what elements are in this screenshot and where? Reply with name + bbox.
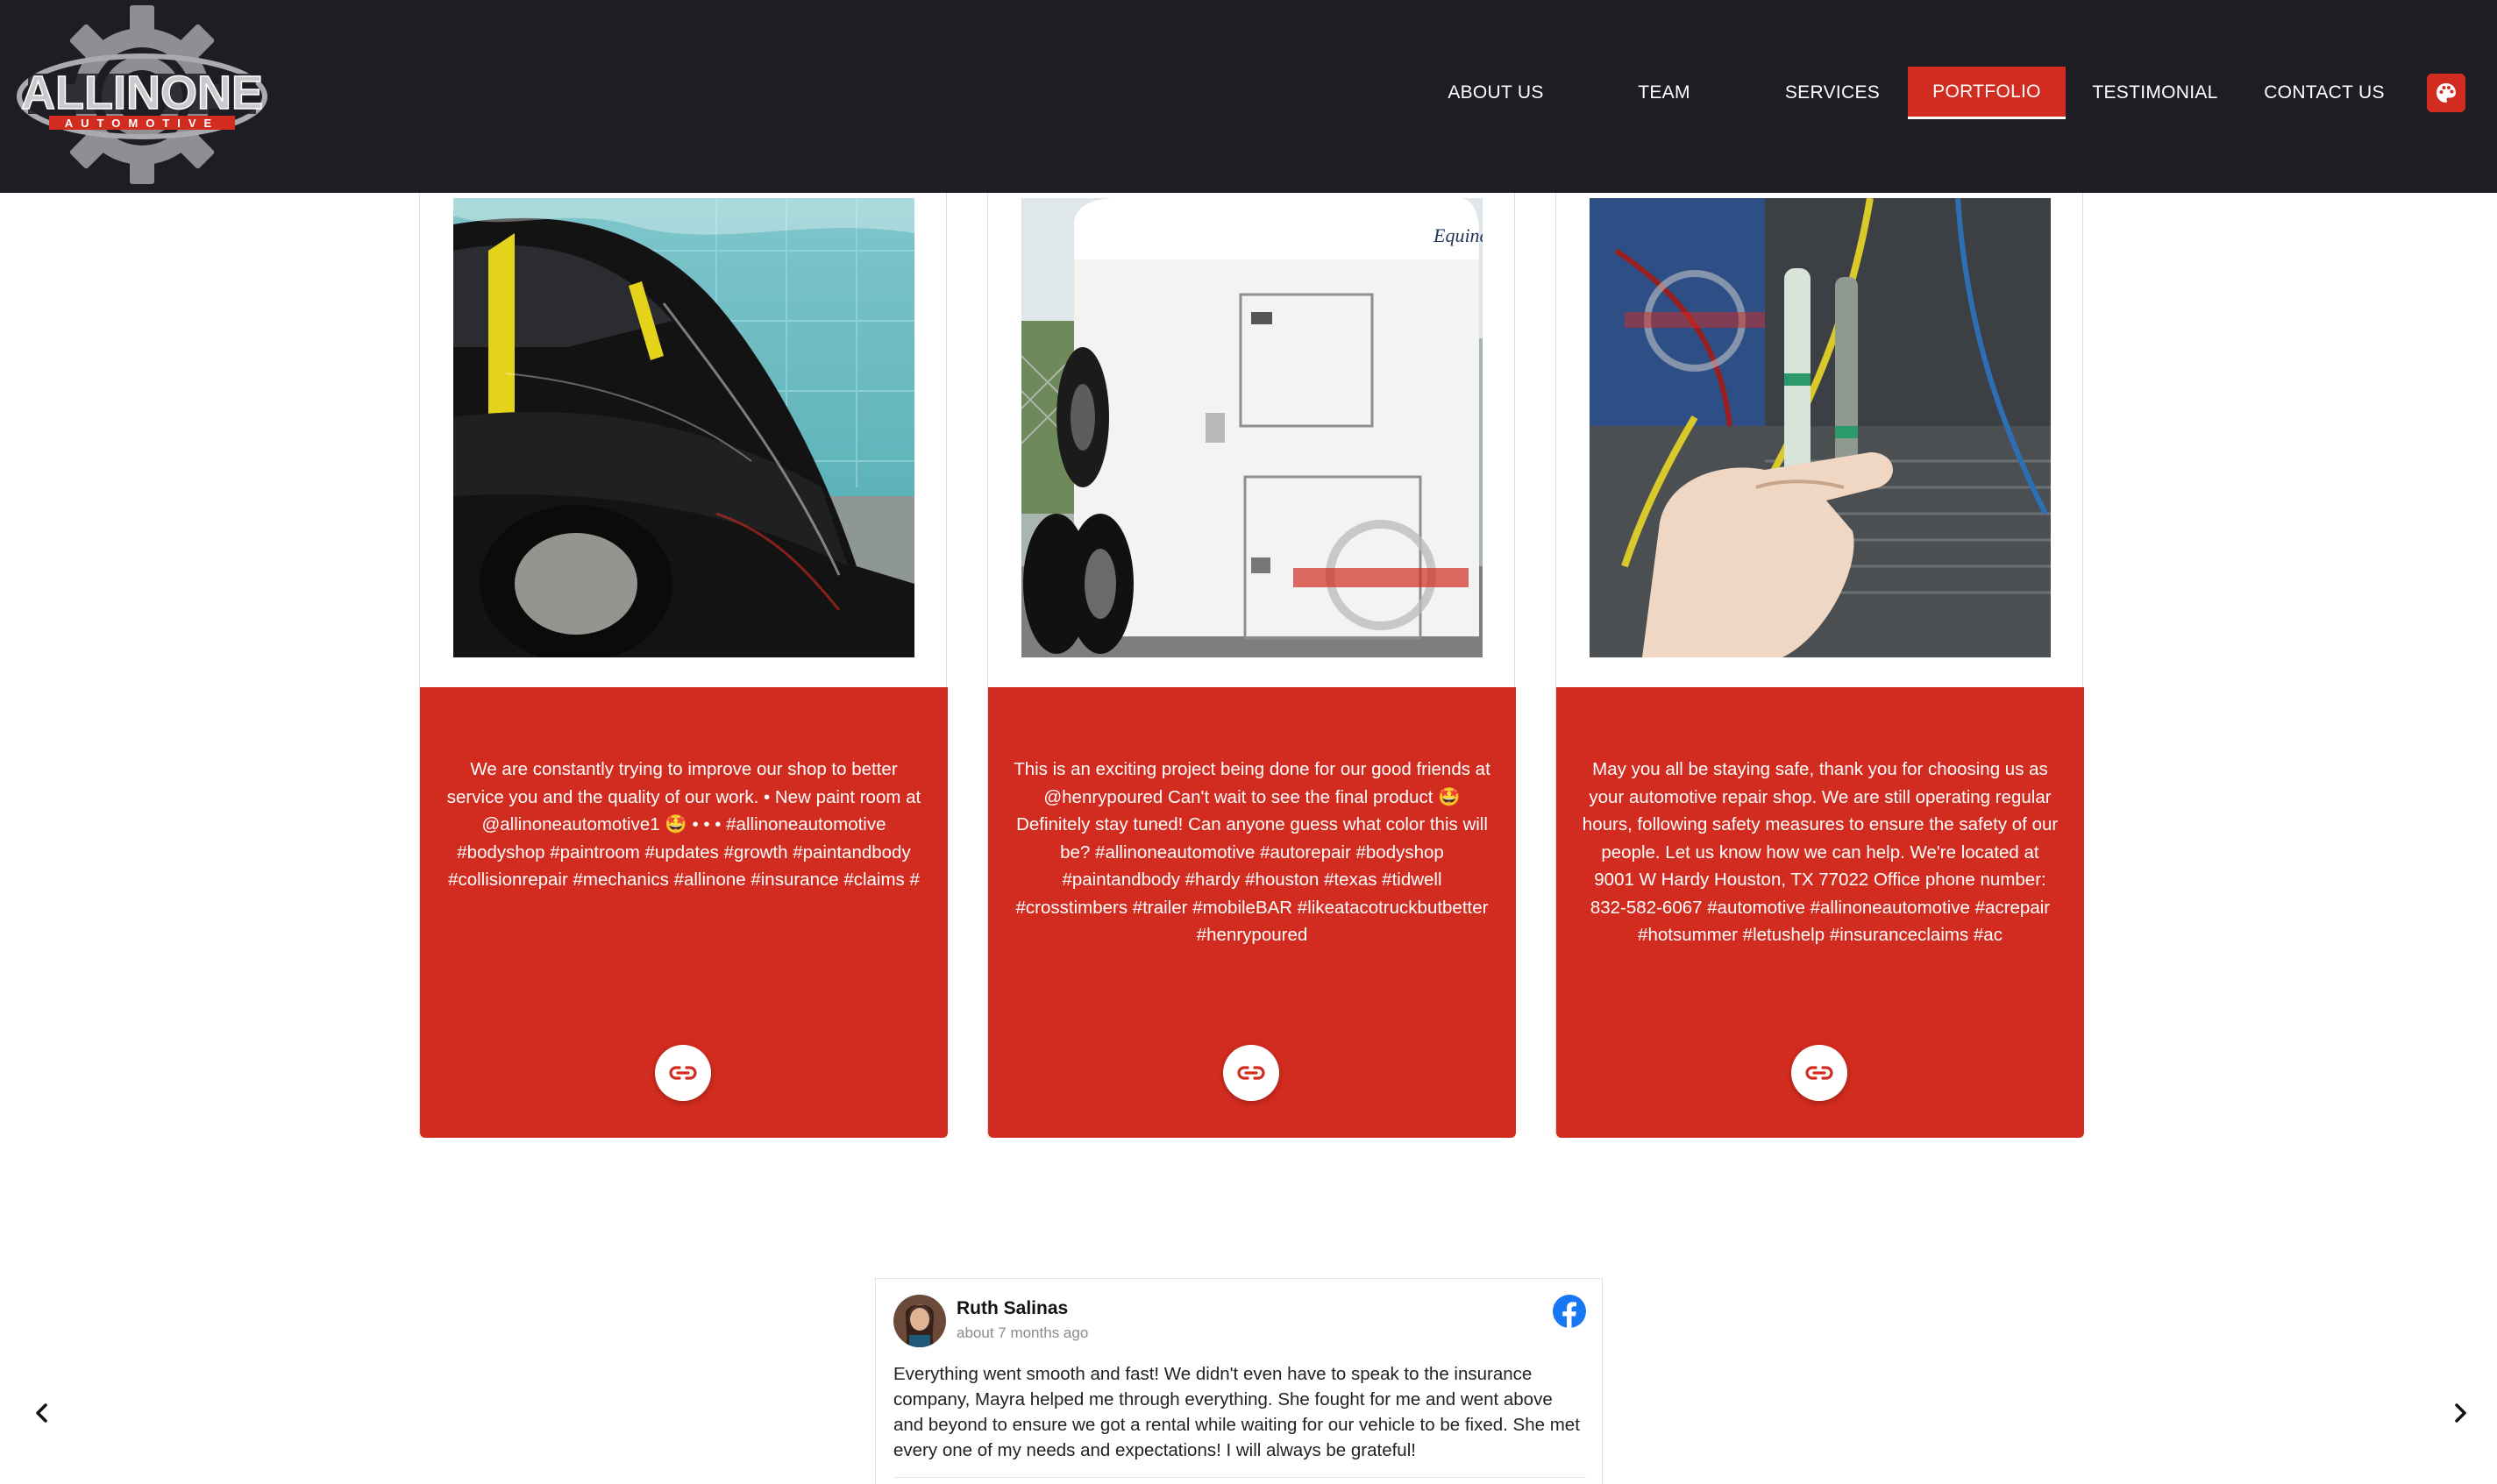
- link-icon: [1805, 1066, 1833, 1080]
- main-nav: ABOUT US TEAM SERVICES PORTFOLIO TESTIMO…: [1420, 67, 2404, 119]
- link-icon: [669, 1066, 697, 1080]
- chevron-right-icon: [2455, 1403, 2466, 1423]
- review-text: Everything went smooth and fast! We didn…: [893, 1364, 1580, 1460]
- portfolio-card: Equine This is an exciting project being…: [987, 193, 1516, 1138]
- portfolio-card: We are constantly trying to improve our …: [419, 193, 948, 1138]
- svg-text:Equine: Equine: [1433, 224, 1483, 246]
- car-in-paint-room-photo[interactable]: [453, 198, 914, 657]
- review-card: Ruth Salinas about 7 months ago Everythi…: [875, 1278, 1603, 1484]
- nav-about-us[interactable]: ABOUT US: [1420, 67, 1571, 119]
- portfolio-caption: May you all be staying safe, thank you f…: [1582, 759, 2059, 945]
- portfolio-card-caption-area: This is an exciting project being done f…: [988, 687, 1516, 1138]
- portfolio-card-caption-area: May you all be staying safe, thank you f…: [1556, 687, 2084, 1138]
- link-icon: [1237, 1066, 1265, 1080]
- portfolio-caption: We are constantly trying to improve our …: [446, 759, 921, 890]
- portfolio-caption: This is an exciting project being done f…: [1014, 759, 1490, 945]
- carousel-prev-button[interactable]: [25, 1395, 60, 1431]
- all-in-one-automotive-logo[interactable]: ALLINONE AUTOMOTIVE: [12, 5, 272, 184]
- page: ALLINONE AUTOMOTIVE ABOUT US TEAM SERVIC…: [0, 0, 2497, 1484]
- palette-icon: [2437, 83, 2456, 103]
- facebook-icon[interactable]: [1553, 1295, 1586, 1328]
- theme-palette-button[interactable]: [2427, 74, 2465, 112]
- nav-contact-us[interactable]: CONTACT US: [2244, 67, 2404, 119]
- svg-text:AUTOMOTIVE: AUTOMOTIVE: [65, 117, 219, 130]
- portfolio-link-button[interactable]: [655, 1045, 711, 1101]
- divider: [893, 1477, 1586, 1478]
- avatar: [893, 1295, 946, 1347]
- horse-trailer-photo[interactable]: Equine: [1021, 198, 1483, 657]
- ac-parts-in-hand-photo[interactable]: [1590, 198, 2051, 657]
- portfolio-link-button[interactable]: [1223, 1045, 1279, 1101]
- reviewer-name[interactable]: Ruth Salinas: [957, 1298, 1068, 1319]
- review-timestamp: about 7 months ago: [957, 1324, 1089, 1341]
- nav-team[interactable]: TEAM: [1571, 67, 1757, 119]
- portfolio-link-button[interactable]: [1791, 1045, 1847, 1101]
- nav-portfolio[interactable]: PORTFOLIO: [1908, 67, 2066, 119]
- carousel-next-button[interactable]: [2443, 1395, 2478, 1431]
- portfolio-card-caption-area: We are constantly trying to improve our …: [420, 687, 948, 1138]
- nav-services[interactable]: SERVICES: [1757, 67, 1908, 119]
- nav-testimonial[interactable]: TESTIMONIAL: [2066, 67, 2244, 119]
- svg-text:ALLINONE: ALLINONE: [21, 67, 263, 119]
- site-header: ALLINONE AUTOMOTIVE ABOUT US TEAM SERVIC…: [0, 0, 2497, 193]
- portfolio-card: May you all be staying safe, thank you f…: [1555, 193, 2084, 1138]
- chevron-left-icon: [36, 1403, 47, 1423]
